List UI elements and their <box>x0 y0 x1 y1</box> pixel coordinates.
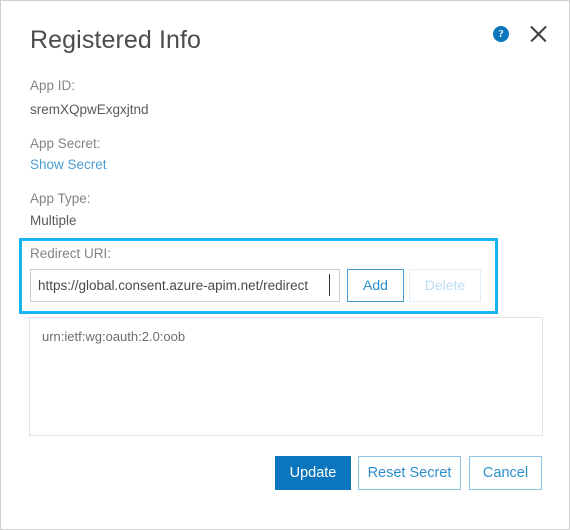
header-actions: ? <box>493 23 549 45</box>
dialog-footer: Update Reset Secret Cancel <box>1 456 569 490</box>
help-circle-icon[interactable]: ? <box>493 26 509 42</box>
reset-secret-button[interactable]: Reset Secret <box>358 456 461 490</box>
text-caret <box>329 274 330 296</box>
list-item[interactable]: urn:ietf:wg:oauth:2.0:oob <box>30 318 542 345</box>
delete-button: Delete <box>409 269 481 302</box>
redirect-uri-list[interactable]: urn:ietf:wg:oauth:2.0:oob <box>29 317 543 436</box>
show-secret-link[interactable]: Show Secret <box>30 156 107 174</box>
app-id-label: App ID: <box>30 78 76 93</box>
app-secret-label: App Secret: <box>30 136 101 151</box>
redirect-uri-label: Redirect URI: <box>30 246 112 261</box>
registered-info-dialog: Registered Info ? App ID: sremXQpwExgxjt… <box>0 0 570 530</box>
dialog-header: Registered Info ? <box>1 1 569 69</box>
app-id-value: sremXQpwExgxjtnd <box>30 102 149 117</box>
close-icon[interactable] <box>527 23 549 45</box>
cancel-button[interactable]: Cancel <box>469 456 542 490</box>
app-type-value: Multiple <box>30 213 77 228</box>
update-button[interactable]: Update <box>275 456 351 490</box>
page-title: Registered Info <box>30 26 202 54</box>
add-button[interactable]: Add <box>347 269 404 302</box>
app-type-label: App Type: <box>30 191 91 206</box>
redirect-uri-input[interactable] <box>30 269 340 302</box>
